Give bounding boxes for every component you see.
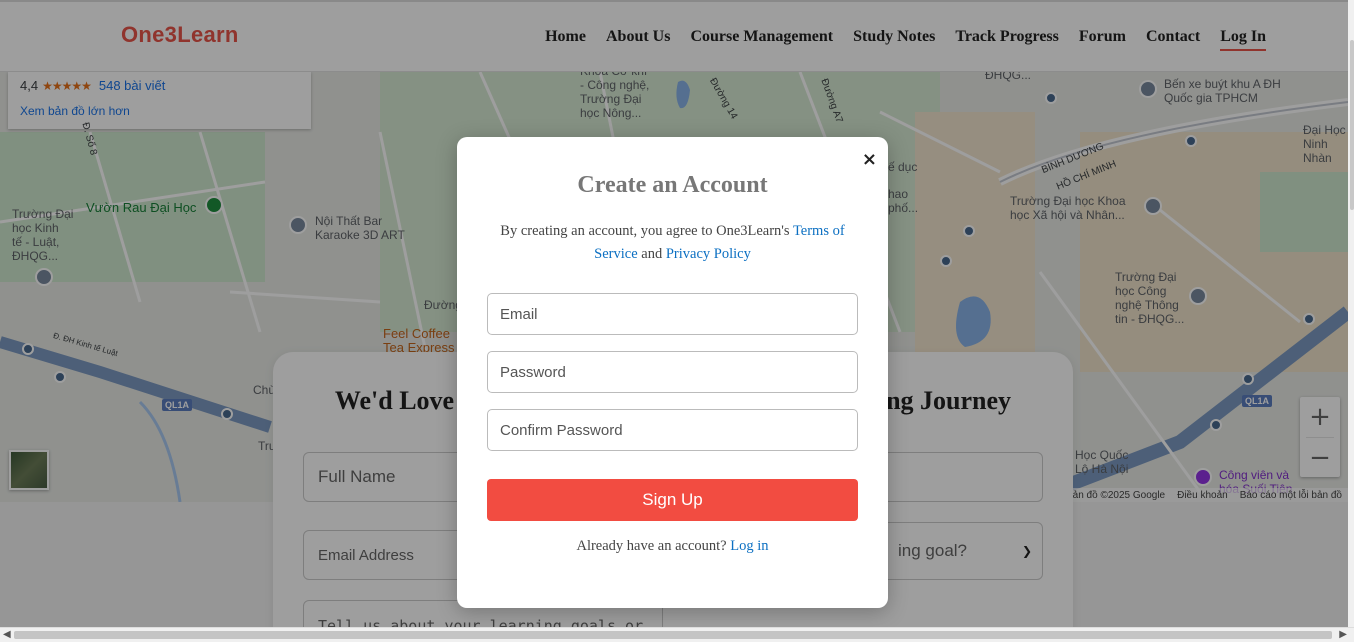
close-icon[interactable]: × (862, 149, 877, 170)
signup-modal: × Create an Account By creating an accou… (457, 137, 888, 608)
terms-and-text: and (641, 246, 663, 262)
log-in-link[interactable]: Log in (730, 538, 768, 554)
login-prompt: Already have an account? Log in (457, 538, 888, 555)
confirm-password-field[interactable] (487, 409, 858, 451)
terms-notice: By creating an account, you agree to One… (497, 220, 848, 266)
scroll-left-icon[interactable]: ◀ (3, 629, 11, 640)
horizontal-scroll-thumb[interactable] (14, 631, 1332, 639)
email-field[interactable] (487, 293, 858, 335)
terms-notice-text: By creating an account, you agree to One… (500, 223, 790, 239)
login-prompt-text: Already have an account? (576, 538, 727, 554)
privacy-policy-link[interactable]: Privacy Policy (666, 246, 751, 262)
horizontal-scrollbar[interactable]: ◀ ▶ (0, 627, 1354, 642)
scroll-right-icon[interactable]: ▶ (1339, 629, 1347, 640)
vertical-scroll-thumb[interactable] (1350, 40, 1354, 210)
sign-up-button[interactable]: Sign Up (487, 479, 858, 521)
password-field[interactable] (487, 351, 858, 393)
vertical-scrollbar[interactable] (1348, 0, 1354, 627)
modal-title: Create an Account (577, 172, 768, 198)
